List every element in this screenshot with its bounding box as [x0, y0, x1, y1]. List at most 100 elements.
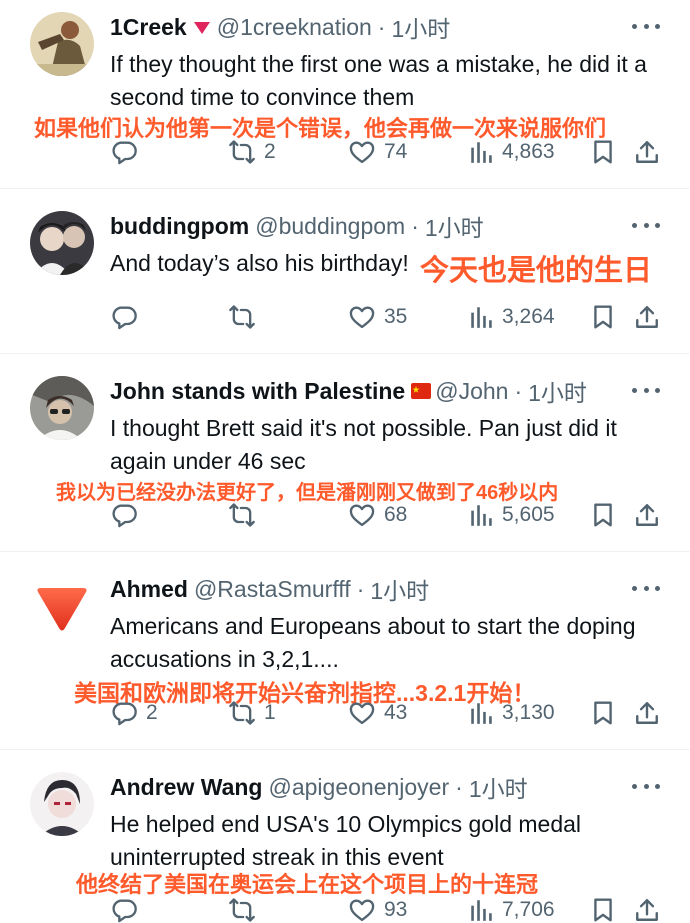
user-handle[interactable]: @RastaSmurfff: [194, 576, 351, 603]
tweet-header: John stands with Palestine @John · 1小时: [110, 374, 587, 408]
like-count: 35: [384, 305, 408, 328]
more-icon[interactable]: [632, 386, 660, 394]
display-name[interactable]: 1Creek: [110, 14, 187, 41]
reply-button[interactable]: 2: [110, 698, 158, 728]
separator-dot: ·: [356, 575, 365, 602]
avatar[interactable]: [30, 12, 94, 76]
share-button[interactable]: [634, 137, 660, 167]
display-name[interactable]: John stands with Palestine: [110, 378, 405, 405]
like-count: 93: [384, 898, 408, 921]
user-handle[interactable]: @1creeknation: [217, 14, 372, 41]
reply-button[interactable]: [110, 895, 146, 923]
tweet-text: I thought Brett said it's not possible. …: [110, 415, 617, 474]
like-button[interactable]: 35: [348, 302, 407, 332]
user-handle[interactable]: @John: [435, 378, 508, 405]
like-button[interactable]: 68: [348, 500, 407, 530]
like-icon: [348, 896, 376, 923]
repost-count: 1: [264, 701, 276, 724]
bookmark-button[interactable]: [590, 137, 616, 167]
timestamp[interactable]: 1小时: [425, 209, 484, 243]
more-icon[interactable]: [632, 221, 660, 229]
reply-button[interactable]: [110, 500, 146, 530]
user-handle[interactable]: @buddingpom: [255, 213, 405, 240]
repost-icon: [228, 501, 256, 529]
timestamp[interactable]: 1小时: [391, 10, 450, 44]
tweet-actions: 93 7,706: [110, 895, 660, 923]
bookmark-button[interactable]: [590, 698, 616, 728]
repost-button[interactable]: [228, 895, 264, 923]
views-icon: [468, 897, 494, 923]
share-button[interactable]: [634, 698, 660, 728]
tweet-actions: 68 5,605: [110, 500, 660, 530]
views-count: 3,130: [502, 701, 555, 724]
like-icon: [348, 138, 376, 166]
views-button[interactable]: 4,863: [468, 137, 555, 167]
reply-button[interactable]: [110, 302, 146, 332]
share-button[interactable]: [634, 895, 660, 923]
avatar[interactable]: [30, 211, 94, 275]
tweet-actions: 35 3,264: [110, 302, 660, 332]
separator-dot: ·: [377, 13, 386, 40]
views-count: 4,863: [502, 140, 555, 163]
tweet-buddingpom[interactable]: buddingpom @buddingpom · 1小时 And today’s…: [0, 209, 690, 353]
like-button[interactable]: 74: [348, 137, 407, 167]
tweet-john[interactable]: John stands with Palestine @John · 1小时 I…: [0, 374, 690, 551]
share-button[interactable]: [634, 500, 660, 530]
views-count: 5,605: [502, 503, 555, 526]
reply-icon: [110, 303, 138, 331]
share-icon: [634, 896, 660, 923]
display-name[interactable]: buddingpom: [110, 213, 249, 240]
repost-button[interactable]: 2: [228, 137, 276, 167]
avatar-image-icon: [30, 211, 94, 275]
bookmark-button[interactable]: [590, 302, 616, 332]
views-button[interactable]: 3,264: [468, 302, 555, 332]
views-count: 3,264: [502, 305, 555, 328]
share-button[interactable]: [634, 302, 660, 332]
more-icon[interactable]: [632, 22, 660, 30]
tweet-actions: 2 74 4,863: [110, 137, 660, 167]
bookmark-icon: [590, 699, 616, 727]
user-handle[interactable]: @apigeonenjoyer: [268, 774, 449, 801]
avatar-image-icon: [30, 12, 94, 76]
avatar[interactable]: [30, 578, 94, 642]
timestamp[interactable]: 1小时: [370, 572, 429, 606]
divider: [0, 188, 690, 189]
views-button[interactable]: 7,706: [468, 895, 555, 923]
tweet-actions: 2 1 43 3,130: [110, 698, 660, 728]
tweet-ahmed[interactable]: Ahmed @RastaSmurfff · 1小时 Americans and …: [0, 572, 690, 749]
like-button[interactable]: 43: [348, 698, 407, 728]
tweet-header: Andrew Wang @apigeonenjoyer · 1小时: [110, 770, 528, 804]
reply-icon: [110, 699, 138, 727]
reply-icon: [110, 138, 138, 166]
avatar-image-icon: [30, 376, 94, 440]
share-icon: [634, 138, 660, 166]
views-button[interactable]: 3,130: [468, 698, 555, 728]
reply-button[interactable]: [110, 137, 146, 167]
display-name[interactable]: Andrew Wang: [110, 774, 262, 801]
avatar[interactable]: [30, 376, 94, 440]
more-icon[interactable]: [632, 782, 660, 790]
repost-count: 2: [264, 140, 276, 163]
repost-button[interactable]: [228, 302, 264, 332]
bookmark-icon: [590, 501, 616, 529]
timestamp[interactable]: 1小时: [528, 374, 587, 408]
repost-button[interactable]: [228, 500, 264, 530]
like-icon: [348, 303, 376, 331]
repost-button[interactable]: 1: [228, 698, 276, 728]
avatar[interactable]: [30, 772, 94, 836]
tweet-1creek[interactable]: 1Creek @1creeknation · 1小时 If they thoug…: [0, 10, 690, 188]
like-icon: [348, 501, 376, 529]
translation-annotation: 今天也是他的生日: [420, 255, 653, 287]
tweet-andrew-wang[interactable]: Andrew Wang @apigeonenjoyer · 1小时 He hel…: [0, 770, 690, 923]
views-icon: [468, 502, 494, 528]
bookmark-icon: [590, 303, 616, 331]
views-button[interactable]: 5,605: [468, 500, 555, 530]
bookmark-icon: [590, 896, 616, 923]
timestamp[interactable]: 1小时: [469, 770, 528, 804]
views-icon: [468, 304, 494, 330]
bookmark-button[interactable]: [590, 895, 616, 923]
more-icon[interactable]: [632, 584, 660, 592]
display-name[interactable]: Ahmed: [110, 576, 188, 603]
like-button[interactable]: 93: [348, 895, 407, 923]
bookmark-button[interactable]: [590, 500, 616, 530]
